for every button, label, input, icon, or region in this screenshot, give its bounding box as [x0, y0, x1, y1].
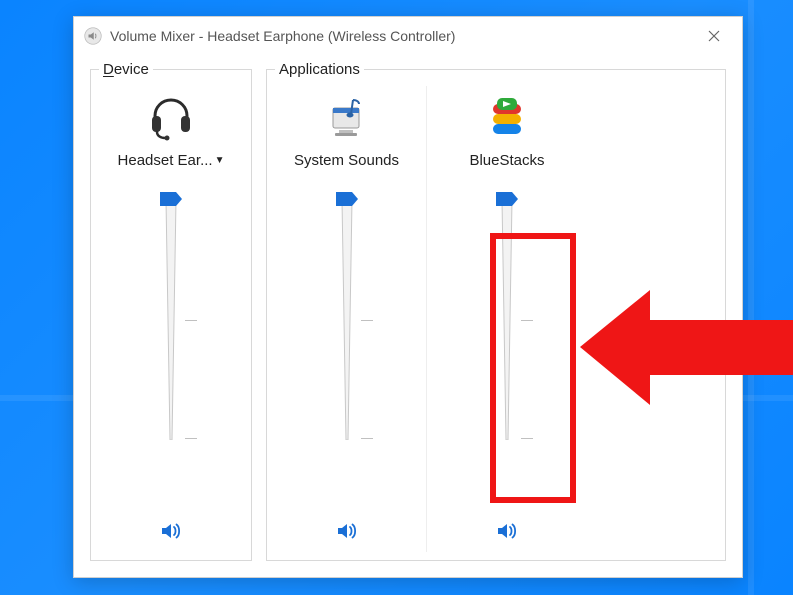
bluestacks-mute-button[interactable] [489, 516, 525, 546]
bluestacks-volume-slider[interactable] [427, 174, 587, 510]
system-sounds-label-row[interactable]: System Sounds [294, 146, 399, 174]
bluestacks-icon [483, 90, 531, 146]
device-legend: Device [99, 61, 153, 78]
speaker-icon [159, 519, 183, 543]
applications-group: Applications [266, 61, 726, 561]
volume-mixer-window: Volume Mixer - Headset Earphone (Wireles… [73, 16, 743, 578]
slider-thumb[interactable] [496, 192, 518, 206]
window-title: Volume Mixer - Headset Earphone (Wireles… [110, 28, 694, 44]
system-sounds-icon [323, 90, 371, 146]
titlebar: Volume Mixer - Headset Earphone (Wireles… [74, 17, 742, 55]
channel-device: Headset Ear... ▼ [91, 86, 251, 552]
channel-system-sounds: System Sounds [267, 86, 427, 552]
app-label: System Sounds [294, 152, 399, 169]
system-volume-slider[interactable] [267, 174, 426, 510]
device-legend-text: evice [114, 61, 149, 78]
bluestacks-label-row[interactable]: BlueStacks [469, 146, 544, 174]
speaker-icon [335, 519, 359, 543]
chevron-down-icon: ▼ [215, 155, 225, 166]
app-label: BlueStacks [469, 152, 544, 169]
device-group: Device Headset Ear... ▼ [90, 61, 252, 561]
applications-legend: Applications [275, 61, 364, 78]
close-icon [708, 30, 720, 42]
volume-mixer-icon [84, 27, 102, 45]
slider-thumb[interactable] [160, 192, 182, 206]
device-volume-slider[interactable] [91, 174, 251, 510]
speaker-icon [495, 519, 519, 543]
device-selector[interactable]: Headset Ear... ▼ [118, 146, 225, 174]
content-area: Device Headset Ear... ▼ [74, 55, 742, 577]
headset-icon [147, 90, 195, 146]
device-label: Headset Ear... [118, 152, 213, 169]
desktop-bg-divider [748, 0, 754, 595]
channel-bluestacks: BlueStacks [427, 86, 587, 552]
close-button[interactable] [694, 22, 734, 50]
device-mute-button[interactable] [153, 516, 189, 546]
slider-thumb[interactable] [336, 192, 358, 206]
system-mute-button[interactable] [329, 516, 365, 546]
